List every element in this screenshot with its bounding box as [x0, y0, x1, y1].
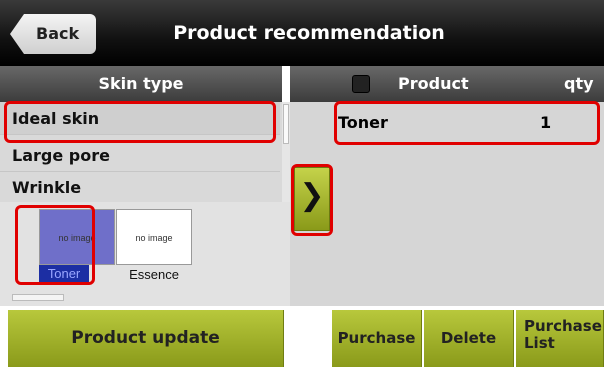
- highlight-selected-skin: [4, 101, 276, 143]
- page-title: Product recommendation: [173, 22, 445, 44]
- skin-type-item[interactable]: Wrinkle: [0, 171, 280, 204]
- purchase-button[interactable]: Purchase: [332, 310, 422, 367]
- select-all-checkbox[interactable]: [352, 75, 370, 93]
- no-image-placeholder: no image: [135, 233, 173, 243]
- highlight-product-row: [334, 101, 600, 145]
- product-column-header: Product: [398, 74, 469, 93]
- highlight-selected-thumbnail: [15, 205, 95, 285]
- highlight-arrow-button: [291, 164, 333, 236]
- product-update-button[interactable]: Product update: [8, 310, 284, 367]
- skin-type-item[interactable]: Large pore: [0, 139, 280, 172]
- image-strip-scrollbar[interactable]: [12, 294, 64, 301]
- skin-type-header: Skin type: [0, 66, 282, 102]
- purchase-list-button[interactable]: Purchase List: [516, 310, 604, 367]
- skin-list-scroll-thumb[interactable]: [283, 104, 289, 144]
- product-thumbnail-essence[interactable]: no image: [116, 209, 192, 265]
- qty-column-header: qty: [564, 74, 594, 93]
- product-thumbnail-label: Essence: [129, 267, 179, 282]
- delete-button[interactable]: Delete: [424, 310, 514, 367]
